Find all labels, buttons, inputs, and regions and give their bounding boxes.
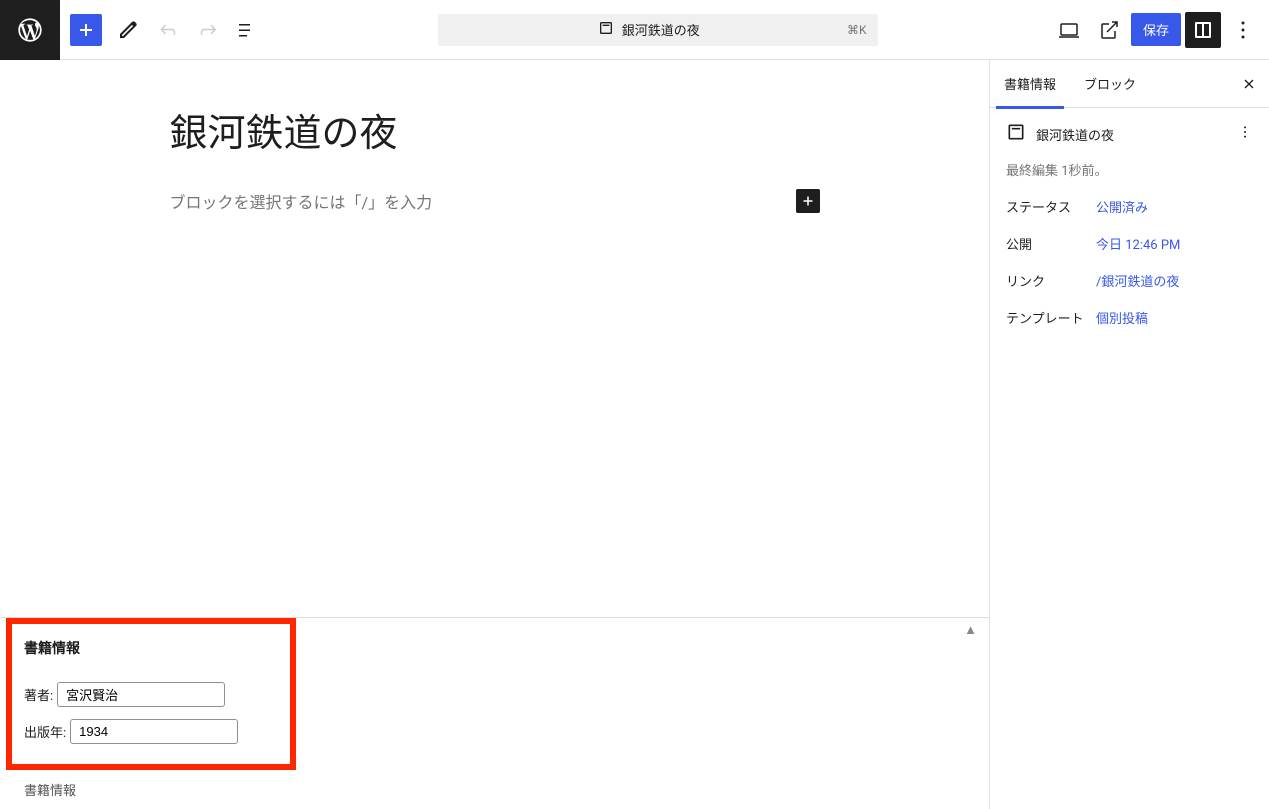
- template-value[interactable]: 個別投稿: [1096, 308, 1148, 327]
- link-value[interactable]: /銀河鉄道の夜: [1096, 271, 1179, 290]
- metabox-highlight: 書籍情報 著者: 出版年:: [6, 618, 296, 770]
- post-title[interactable]: 銀河鉄道の夜: [170, 110, 820, 159]
- document-title: 銀河鉄道の夜: [622, 20, 700, 39]
- publish-label: 公開: [1006, 234, 1096, 253]
- top-toolbar: 銀河鉄道の夜 ⌘K 保存: [0, 0, 1269, 60]
- more-options-button[interactable]: [1225, 12, 1261, 48]
- status-value[interactable]: 公開済み: [1096, 197, 1148, 216]
- settings-panel-toggle[interactable]: [1185, 12, 1221, 48]
- sidebar-doc-title: 銀河鉄道の夜: [1036, 125, 1227, 144]
- author-label: 著者:: [24, 685, 53, 704]
- editor-area: 銀河鉄道の夜 ブロックを選択するには「/」を入力 ▲ 書籍情報 著者:: [0, 60, 989, 809]
- document-icon: [1006, 122, 1026, 146]
- edit-button[interactable]: [110, 12, 146, 48]
- template-label: テンプレート: [1006, 308, 1096, 327]
- settings-sidebar: 書籍情報 ブロック 銀河鉄道の夜 最終編集 1秒前。: [989, 60, 1269, 809]
- list-view-button[interactable]: [230, 12, 266, 48]
- link-label: リンク: [1006, 271, 1096, 290]
- last-edit-text: 最終編集 1秒前。: [1006, 160, 1253, 179]
- add-block-inline-button[interactable]: [796, 189, 820, 213]
- document-selector[interactable]: 銀河鉄道の夜 ⌘K: [438, 14, 878, 46]
- metabox-collapse-toggle[interactable]: ▲: [964, 622, 977, 638]
- external-link-button[interactable]: [1091, 12, 1127, 48]
- year-label: 出版年:: [24, 722, 66, 741]
- block-placeholder-text[interactable]: ブロックを選択するには「/」を入力: [170, 189, 433, 213]
- status-label: ステータス: [1006, 197, 1096, 216]
- publish-value[interactable]: 今日 12:46 PM: [1096, 234, 1180, 253]
- add-block-button[interactable]: [70, 14, 102, 46]
- view-button[interactable]: [1051, 12, 1087, 48]
- metabox-title: 書籍情報: [24, 638, 278, 658]
- tab-book-info[interactable]: 書籍情報: [990, 60, 1070, 108]
- document-icon: [598, 20, 614, 40]
- sidebar-doc-menu[interactable]: [1237, 124, 1253, 144]
- undo-button[interactable]: [150, 12, 186, 48]
- year-input[interactable]: [70, 719, 238, 744]
- shortcut-hint: ⌘K: [847, 23, 867, 37]
- redo-button[interactable]: [190, 12, 226, 48]
- wordpress-logo[interactable]: [0, 0, 60, 60]
- author-input[interactable]: [57, 682, 225, 707]
- save-button[interactable]: 保存: [1131, 13, 1181, 46]
- metabox-footer-link[interactable]: 書籍情報: [0, 770, 989, 809]
- sidebar-close-button[interactable]: [1235, 70, 1263, 98]
- tab-block[interactable]: ブロック: [1070, 60, 1150, 108]
